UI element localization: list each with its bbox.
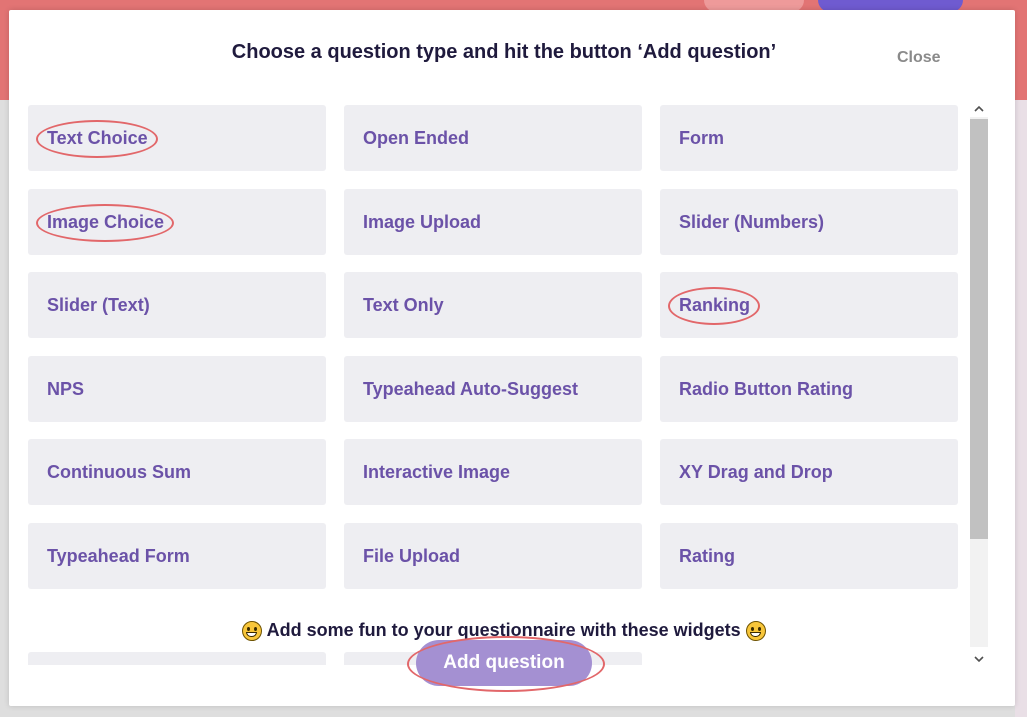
scrollbar-thumb[interactable]	[970, 119, 988, 539]
question-type-tile[interactable]: Text Only	[344, 272, 642, 338]
question-type-tile[interactable]: Typeahead Auto-Suggest	[344, 356, 642, 422]
question-type-tile[interactable]: File Upload	[344, 523, 642, 589]
tile-label: Slider (Text)	[47, 294, 150, 315]
add-question-button[interactable]: Add question	[416, 640, 592, 686]
question-type-tile[interactable]: Radio Button Rating	[660, 356, 958, 422]
tile-label: Typeahead Form	[47, 545, 190, 566]
question-type-tile[interactable]: Rating	[660, 523, 958, 589]
tile-label: Radio Button Rating	[679, 378, 853, 399]
tile-label: Form	[679, 127, 724, 148]
tile-label: Text Only	[363, 294, 444, 315]
question-type-grid: Text Choice Open Ended Form Image Choice…	[28, 105, 962, 665]
modal-title: Choose a question type and hit the butto…	[231, 41, 777, 63]
tile-label: Rating	[679, 545, 735, 566]
tile-label: XY Drag and Drop	[679, 461, 833, 482]
tile-label: Continuous Sum	[47, 461, 191, 482]
tile-label: Text Choice	[36, 119, 158, 158]
question-type-tile[interactable]: Interactive Image	[344, 439, 642, 505]
tile-label: File Upload	[363, 545, 461, 566]
widget-tile-partial[interactable]	[28, 652, 326, 665]
question-type-tile[interactable]: XY Drag and Drop	[660, 439, 958, 505]
question-type-tile[interactable]: Image Choice	[28, 189, 326, 255]
backdrop-side	[1015, 100, 1027, 717]
question-type-tile[interactable]: Open Ended	[344, 105, 642, 171]
question-type-modal: Choose a question type and hit the butto…	[9, 10, 1015, 706]
tile-label: Interactive Image	[363, 461, 511, 482]
widgets-heading: Add some fun to your questionnaire with …	[9, 620, 999, 641]
tile-label: NPS	[47, 378, 85, 399]
scrollbar[interactable]	[968, 97, 990, 667]
grinning-face-icon	[745, 621, 766, 641]
widgets-heading-text: Add some fun to your questionnaire with …	[266, 620, 741, 640]
close-button[interactable]: Close	[897, 49, 941, 67]
chevron-down-icon[interactable]	[970, 650, 988, 668]
question-type-tile[interactable]: Form	[660, 105, 958, 171]
tile-label: Image Choice	[35, 203, 175, 242]
grinning-face-icon	[242, 621, 263, 641]
question-type-tile[interactable]: Continuous Sum	[28, 439, 326, 505]
question-type-tile[interactable]: Text Choice	[28, 105, 326, 171]
question-type-tile[interactable]: NPS	[28, 356, 326, 422]
question-type-tile[interactable]: Ranking	[660, 272, 958, 338]
tile-label: Slider (Numbers)	[679, 211, 825, 232]
tile-label: Typeahead Auto-Suggest	[363, 378, 579, 399]
chevron-up-icon[interactable]	[970, 99, 988, 117]
tile-label: Open Ended	[363, 127, 470, 148]
question-type-tile[interactable]: Slider (Numbers)	[660, 189, 958, 255]
question-type-tile[interactable]: Typeahead Form	[28, 523, 326, 589]
tile-label: Ranking	[667, 286, 761, 325]
question-type-tile[interactable]: Slider (Text)	[28, 272, 326, 338]
tile-label: Image Upload	[363, 211, 482, 232]
question-type-tile[interactable]: Image Upload	[344, 189, 642, 255]
